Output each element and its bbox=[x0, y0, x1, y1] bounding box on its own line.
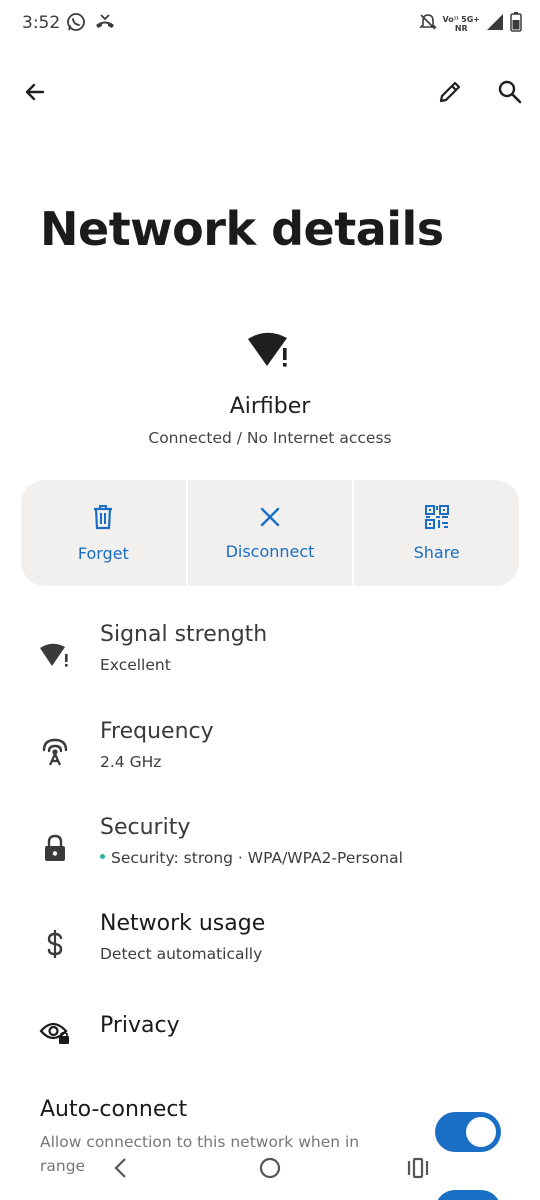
security-status-dot bbox=[100, 854, 105, 859]
signal-strength-title: Signal strength bbox=[100, 622, 268, 647]
privacy-title: Privacy bbox=[100, 1013, 180, 1038]
network-status: Connected / No Internet access bbox=[148, 429, 392, 447]
search-icon bbox=[497, 79, 523, 109]
back-button[interactable] bbox=[13, 72, 57, 116]
battery-icon bbox=[510, 12, 522, 36]
nav-back-button[interactable] bbox=[100, 1152, 140, 1188]
edit-button[interactable] bbox=[428, 72, 472, 116]
network-usage-value: Detect automatically bbox=[100, 945, 263, 963]
status-time: 3:52 bbox=[22, 13, 61, 33]
dollar-icon bbox=[38, 927, 72, 961]
wifi-alert-icon bbox=[38, 638, 72, 672]
close-icon bbox=[259, 506, 281, 532]
system-nav-bar bbox=[0, 1140, 540, 1200]
share-label: Share bbox=[413, 542, 460, 562]
disconnect-label: Disconnect bbox=[225, 541, 315, 561]
wifi-alert-icon bbox=[247, 330, 293, 370]
signal-strength-value: Excellent bbox=[100, 656, 171, 674]
chevron-left-icon bbox=[112, 1157, 128, 1183]
forget-label: Forget bbox=[77, 543, 129, 563]
missed-call-icon bbox=[94, 12, 116, 36]
network-usage-row[interactable]: Network usage Detect automatically bbox=[0, 911, 540, 975]
whatsapp-icon bbox=[66, 12, 86, 36]
status-bar: 3:52 Vo⁾⁾ 5G+ NR bbox=[0, 0, 540, 48]
privacy-row[interactable]: Privacy bbox=[0, 1013, 540, 1053]
eye-lock-icon bbox=[38, 1015, 72, 1049]
mute-icon bbox=[418, 13, 437, 35]
network-usage-title: Network usage bbox=[100, 911, 266, 936]
security-value: Security: strong · WPA/WPA2-Personal bbox=[100, 849, 403, 867]
home-circle-icon bbox=[258, 1156, 282, 1184]
recents-icon bbox=[406, 1157, 430, 1183]
nav-home-button[interactable] bbox=[250, 1152, 290, 1188]
security-title: Security bbox=[100, 815, 191, 840]
disconnect-button[interactable]: Disconnect bbox=[185, 480, 353, 586]
share-button[interactable]: Share bbox=[352, 480, 519, 586]
lock-icon bbox=[38, 831, 72, 865]
antenna-icon bbox=[38, 735, 72, 769]
nav-recents-button[interactable] bbox=[398, 1152, 438, 1188]
frequency-value: 2.4 GHz bbox=[100, 753, 162, 771]
frequency-row[interactable]: Frequency 2.4 GHz bbox=[0, 719, 540, 783]
top-app-bar bbox=[0, 70, 540, 118]
action-panel: Forget Disconnect Share bbox=[21, 480, 519, 586]
forget-button[interactable]: Forget bbox=[21, 480, 186, 586]
search-button[interactable] bbox=[488, 72, 532, 116]
arrow-left-icon bbox=[23, 80, 47, 108]
page-title: Network details bbox=[40, 202, 444, 256]
frequency-title: Frequency bbox=[100, 719, 214, 744]
signal-strength-row[interactable]: Signal strength Excellent bbox=[0, 622, 540, 686]
trash-icon bbox=[91, 504, 115, 534]
qr-code-icon bbox=[424, 504, 449, 533]
security-row[interactable]: Security Security: strong · WPA/WPA2-Per… bbox=[0, 815, 540, 879]
pencil-icon bbox=[437, 79, 463, 109]
auto-connect-title: Auto-connect bbox=[40, 1097, 188, 1122]
cell-signal-icon bbox=[486, 13, 504, 35]
network-name: Airfiber bbox=[229, 394, 311, 419]
network-type: Vo⁾⁾ 5G+ NR bbox=[442, 15, 480, 33]
